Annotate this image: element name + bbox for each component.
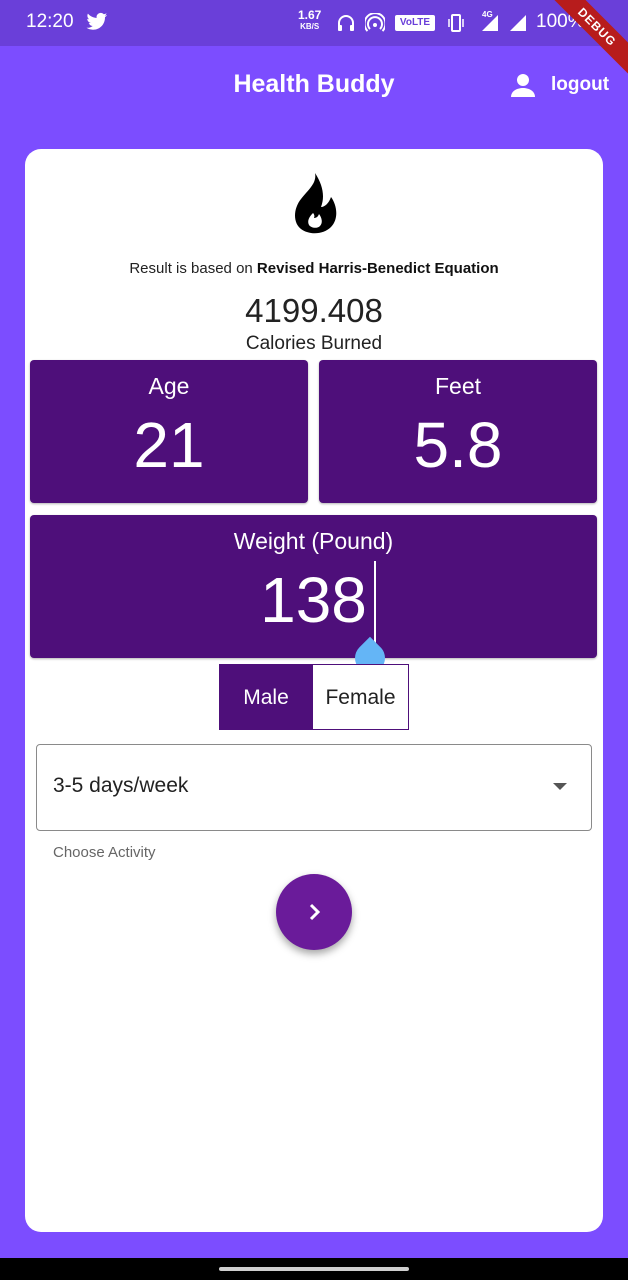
headphones-icon: [338, 15, 354, 31]
volte-badge: VoLTE: [395, 15, 435, 31]
status-bar: 12:20 1.67 KB/S VoLTE 4G 100%: [0, 0, 628, 46]
age-value[interactable]: 21: [30, 408, 308, 482]
feet-value[interactable]: 5.8: [319, 408, 597, 482]
dropdown-arrow-icon: [553, 783, 567, 790]
vibrate-icon: [448, 14, 464, 32]
weight-input[interactable]: Weight (Pound) 138: [30, 515, 597, 658]
net-speed: 1.67 KB/S: [298, 8, 322, 31]
equation-note: Result is based on Revised Harris-Benedi…: [129, 260, 499, 277]
fire-icon: [295, 173, 337, 234]
user-icon[interactable]: [510, 72, 536, 98]
logout-button[interactable]: logout: [551, 74, 609, 96]
system-nav-bar: [0, 1258, 628, 1280]
hotspot-icon: [365, 13, 385, 32]
activity-dropdown[interactable]: 3-5 days/week: [36, 744, 592, 831]
feet-label: Feet: [434, 373, 482, 399]
next-button[interactable]: [276, 874, 352, 950]
activity-selected: 3-5 days/week: [53, 774, 189, 797]
male-toggle[interactable]: Male: [219, 664, 313, 730]
feet-input[interactable]: Feet 5.8: [319, 360, 597, 503]
text-cursor: [374, 561, 376, 647]
age-label: Age: [148, 373, 190, 399]
chevron-right-icon: [309, 903, 321, 921]
age-input[interactable]: Age 21: [30, 360, 308, 503]
status-time: 12:20: [26, 11, 74, 32]
weight-label: Weight (Pound): [233, 528, 394, 554]
calories-value: 4199.408: [245, 292, 383, 329]
female-toggle[interactable]: Female: [312, 664, 409, 730]
home-handle[interactable]: [219, 1267, 409, 1271]
signal-icon: [482, 15, 498, 31]
calories-label: Calories Burned: [245, 333, 383, 354]
twitter-icon: [86, 12, 108, 30]
signal-icon-2: [510, 15, 526, 31]
activity-helper-text: Choose Activity: [53, 844, 156, 861]
calculator-card: Result is based on Revised Harris-Benedi…: [25, 149, 603, 1232]
weight-value[interactable]: 138: [30, 563, 597, 637]
